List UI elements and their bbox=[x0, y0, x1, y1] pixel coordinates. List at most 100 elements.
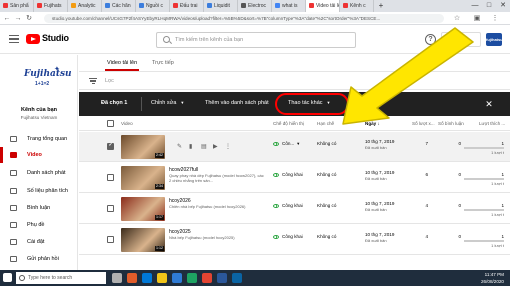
edit-dropdown[interactable]: Chỉnh sửa ▼ bbox=[151, 100, 184, 106]
browser-tab[interactable]: Fujihats bbox=[34, 0, 68, 12]
store-icon[interactable] bbox=[172, 273, 182, 283]
windows-start-icon[interactable] bbox=[3, 273, 12, 282]
create-button[interactable]: TẠO bbox=[441, 32, 481, 47]
tab-favicon-icon bbox=[207, 3, 212, 9]
video-thumbnail[interactable]: 1:12 bbox=[121, 228, 165, 252]
browser-tab[interactable]: Video tải lê bbox=[306, 0, 340, 12]
more-options-icon[interactable]: ⋮ bbox=[225, 143, 231, 150]
forward-icon[interactable]: → bbox=[13, 12, 23, 25]
filter-row[interactable]: Lọc bbox=[79, 73, 510, 90]
sidebar-item-analytics[interactable]: Số liệu phân tích bbox=[0, 183, 78, 199]
visibility-select[interactable]: Côn... ▼ bbox=[273, 141, 300, 146]
sidebar-item-settings[interactable]: Cài đặt bbox=[0, 234, 78, 250]
avatar[interactable]: fujihatsu bbox=[486, 33, 503, 46]
row-checkbox[interactable] bbox=[107, 205, 114, 212]
sidebar-item-comments[interactable]: Bình luận bbox=[0, 200, 78, 216]
filter-input[interactable]: Lọc bbox=[105, 78, 114, 84]
tab-live[interactable]: Trực tiếp bbox=[152, 60, 174, 66]
word-icon[interactable] bbox=[217, 273, 227, 283]
sidebar-item-video[interactable]: Video bbox=[0, 147, 78, 163]
bookmark-star-icon[interactable]: ☆ bbox=[452, 12, 462, 25]
comments-icon[interactable]: ▤ bbox=[201, 143, 207, 150]
browser-tab[interactable]: Sản phẩ bbox=[0, 0, 34, 12]
new-tab-button[interactable]: + bbox=[374, 0, 388, 12]
browser-tab[interactable]: Liquidit bbox=[204, 0, 238, 12]
browser-tab[interactable]: Kênh c bbox=[340, 0, 374, 12]
back-icon[interactable]: ← bbox=[2, 12, 12, 25]
date-status: Đã xuất bản bbox=[365, 207, 387, 212]
sidebar-item-subtitles[interactable]: Phụ đề bbox=[0, 217, 78, 233]
browser-tab[interactable]: Nguồi c bbox=[136, 0, 170, 12]
taskbar-search-input[interactable]: Type here to search bbox=[16, 272, 106, 284]
video-description: Nhà bếp Fujihatsu (model hcoy2025) bbox=[169, 235, 235, 240]
video-thumbnail[interactable]: 2:42 bbox=[121, 135, 165, 159]
app-icon[interactable] bbox=[127, 273, 137, 283]
row-checkbox[interactable] bbox=[107, 174, 114, 181]
table-header: Video Chế độ hiển thị Hạn chế Ngày ↓ Số … bbox=[79, 117, 510, 131]
browser-tab[interactable]: Analytic bbox=[68, 0, 102, 12]
visibility-select[interactable]: Công khai bbox=[273, 172, 303, 177]
app-icon[interactable] bbox=[232, 273, 242, 283]
window-close-button[interactable]: ✕ bbox=[496, 0, 510, 12]
help-icon[interactable]: ? bbox=[425, 34, 436, 45]
column-visibility[interactable]: Chế độ hiển thị bbox=[273, 121, 304, 126]
table-row[interactable]: 1:17 hcoy2026 Chiên nhà bếp Fujihatsu (mod… bbox=[79, 194, 510, 224]
excel-icon[interactable] bbox=[187, 273, 197, 283]
extension-icon[interactable]: ▣ bbox=[472, 12, 482, 25]
video-duration: 2:34 bbox=[155, 184, 164, 189]
tab-label: Analytic bbox=[78, 3, 96, 9]
taskbar-clock[interactable]: 11:47 PM 26/08/2020 bbox=[481, 271, 504, 285]
column-views[interactable]: Số lượt x... bbox=[412, 121, 435, 126]
visibility-select[interactable]: Công khai bbox=[273, 203, 303, 208]
reload-icon[interactable]: ↻ bbox=[24, 12, 34, 25]
tab-uploads[interactable]: Video tải lên bbox=[104, 60, 140, 71]
channel-logo-text: Fujihatsu bbox=[24, 69, 72, 79]
views-value: 4 bbox=[425, 234, 428, 239]
sidebar-item-feedback[interactable]: Gửi phản hồi bbox=[0, 251, 78, 267]
youtube-logo-icon[interactable] bbox=[26, 34, 40, 44]
close-icon[interactable]: ✕ bbox=[482, 97, 496, 111]
filter-icon[interactable] bbox=[89, 78, 97, 85]
task-view-icon[interactable] bbox=[112, 273, 122, 283]
tab-label: Video tải lê bbox=[316, 3, 340, 9]
sidebar-item-dashboard[interactable]: Trang tổng quan bbox=[0, 131, 78, 147]
maximize-button[interactable]: □ bbox=[482, 0, 496, 12]
sidebar-item-label: Video bbox=[27, 152, 42, 158]
search-input[interactable]: Tìm kiếm trên kênh của bạn bbox=[156, 32, 356, 48]
clock-date: 26/08/2020 bbox=[481, 279, 504, 284]
visibility-select[interactable]: Công khai bbox=[273, 234, 303, 239]
channel-logo[interactable]: Fujihatsu 1+1=2 ✦ bbox=[24, 65, 72, 93]
column-date[interactable]: Ngày ↓ bbox=[365, 121, 380, 126]
browser-tab[interactable]: Các hãn bbox=[102, 0, 136, 12]
tab-label: Electroc bbox=[248, 3, 267, 9]
table-row[interactable]: 2:42 ✎ ▮ ▤ ▶ ⋮ Côn...▼ Không có 10 thg 7, 2019Đã… bbox=[79, 132, 510, 162]
column-comments[interactable]: Số bình luận bbox=[438, 121, 464, 126]
minimize-button[interactable]: — bbox=[468, 0, 482, 12]
tab-label: Sản phẩ bbox=[10, 3, 29, 9]
browser-menu-icon[interactable]: ⋮ bbox=[490, 12, 500, 25]
edit-icon[interactable]: ✎ bbox=[177, 143, 182, 150]
url-field[interactable]: studio.youtube.com/channel/UCsG7P2f4ASYy… bbox=[44, 14, 444, 23]
menu-icon[interactable] bbox=[9, 35, 19, 44]
analytics-icon[interactable]: ▮ bbox=[189, 143, 192, 150]
sidebar-item-playlist[interactable]: Danh sách phát bbox=[0, 165, 78, 181]
browser-tab[interactable]: what is bbox=[272, 0, 306, 12]
chrome-icon[interactable] bbox=[202, 273, 212, 283]
table-row[interactable]: 1:12 hcoy2025 Nhà bếp Fujihatsu (model hco… bbox=[79, 225, 510, 255]
video-thumbnail[interactable]: 1:17 bbox=[121, 197, 165, 221]
edge-icon[interactable] bbox=[142, 273, 152, 283]
file-explorer-icon[interactable] bbox=[157, 273, 167, 283]
browser-tab[interactable]: Đấu trai bbox=[170, 0, 204, 12]
video-thumbnail[interactable]: 2:34 bbox=[121, 166, 165, 190]
select-all-checkbox[interactable] bbox=[107, 120, 114, 127]
table-row[interactable]: 2:34 hcow2027full Quay phay nhà dép Fujiha… bbox=[79, 163, 510, 193]
column-likes[interactable]: Lượt thích ... bbox=[479, 121, 505, 126]
restrictions-value: Không có bbox=[317, 141, 337, 146]
browser-tab[interactable]: Electroc bbox=[238, 0, 272, 12]
studio-logo-text[interactable]: Studio bbox=[42, 33, 69, 43]
add-to-playlist-button[interactable]: Thêm vào danh sách phát bbox=[205, 100, 269, 106]
row-checkbox[interactable] bbox=[107, 142, 114, 150]
column-restrictions[interactable]: Hạn chế bbox=[317, 121, 334, 126]
youtube-play-icon[interactable]: ▶ bbox=[213, 143, 218, 150]
row-checkbox[interactable] bbox=[107, 236, 114, 243]
